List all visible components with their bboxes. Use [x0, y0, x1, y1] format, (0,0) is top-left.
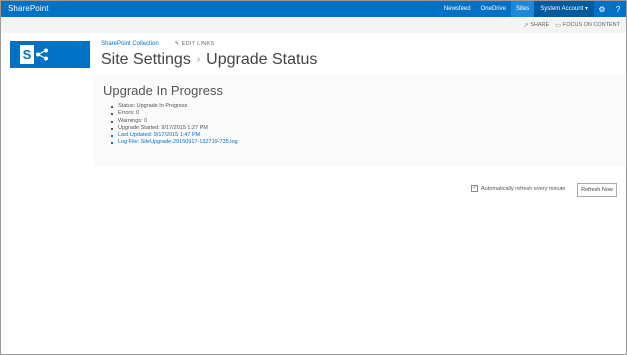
upgrade-status-list: Status: Upgrade In Progress Errors: 0 Wa… [111, 103, 238, 147]
sharepoint-logo-icon: S [20, 45, 34, 64]
sharepoint-brand[interactable]: SharePoint [8, 4, 49, 13]
focus-icon: ▭ [555, 22, 561, 29]
current-page-title: Upgrade Status [206, 51, 318, 68]
upgrade-started-item: Upgrade Started: 9/17/2015 1:27 PM [111, 125, 238, 132]
warnings-item: Warnings: 0 [111, 118, 238, 125]
edit-links-button[interactable]: ✎ EDIT LINKS [175, 41, 215, 47]
ribbon-bar: ↗ SHARE ▭ FOCUS ON CONTENT [1, 17, 626, 33]
newsfeed-link[interactable]: Newsfeed [439, 1, 476, 17]
site-logo[interactable]: S [10, 41, 90, 68]
breadcrumb: SharePoint Collection ✎ EDIT LINKS [101, 41, 214, 47]
help-icon[interactable]: ? [610, 1, 626, 17]
focus-label: FOCUS ON CONTENT [562, 22, 620, 28]
refresh-now-button[interactable]: Refresh Now [577, 183, 617, 197]
site-settings-link[interactable]: Site Settings [101, 51, 191, 68]
auto-refresh-option: ✓ Automatically refresh every minute [471, 185, 565, 192]
log-file-link[interactable]: Log File: SiteUpgrade-20150917-132719-73… [111, 139, 238, 146]
page-title: Site Settings › Upgrade Status [101, 51, 317, 69]
last-updated-item: Last Updated: 9/17/2015 1:47 PM [111, 132, 238, 139]
share-icon: ↗ [523, 22, 529, 29]
errors-item: Errors: 0 [111, 110, 238, 117]
pencil-icon: ✎ [174, 41, 180, 47]
window-frame: SharePoint Newsfeed OneDrive Sites Syste… [0, 0, 627, 355]
share-label: SHARE [530, 22, 550, 28]
gear-icon[interactable]: ⚙ [594, 1, 610, 17]
auto-refresh-label: Automatically refresh every minute [481, 185, 566, 192]
status-item: Status: Upgrade In Progress [111, 103, 238, 110]
onedrive-link[interactable]: OneDrive [476, 1, 511, 17]
upgrade-heading: Upgrade In Progress [103, 83, 223, 98]
suite-bar: SharePoint Newsfeed OneDrive Sites Syste… [1, 1, 626, 17]
sites-link[interactable]: Sites [510, 1, 535, 17]
suite-links: Newsfeed OneDrive Sites System Account ▾… [439, 1, 626, 17]
auto-refresh-checkbox[interactable]: ✓ [471, 185, 478, 192]
user-menu[interactable]: System Account ▾ [534, 1, 594, 17]
share-button[interactable]: ↗ SHARE [523, 22, 549, 29]
focus-on-content-button[interactable]: ▭ FOCUS ON CONTENT [555, 22, 620, 29]
edit-links-label: EDIT LINKS [181, 41, 215, 47]
site-collection-link[interactable]: SharePoint Collection [101, 41, 159, 47]
ribbon-actions: ↗ SHARE ▭ FOCUS ON CONTENT [523, 17, 620, 33]
logo-connector-icon [36, 48, 48, 61]
breadcrumb-separator: › [196, 54, 201, 66]
